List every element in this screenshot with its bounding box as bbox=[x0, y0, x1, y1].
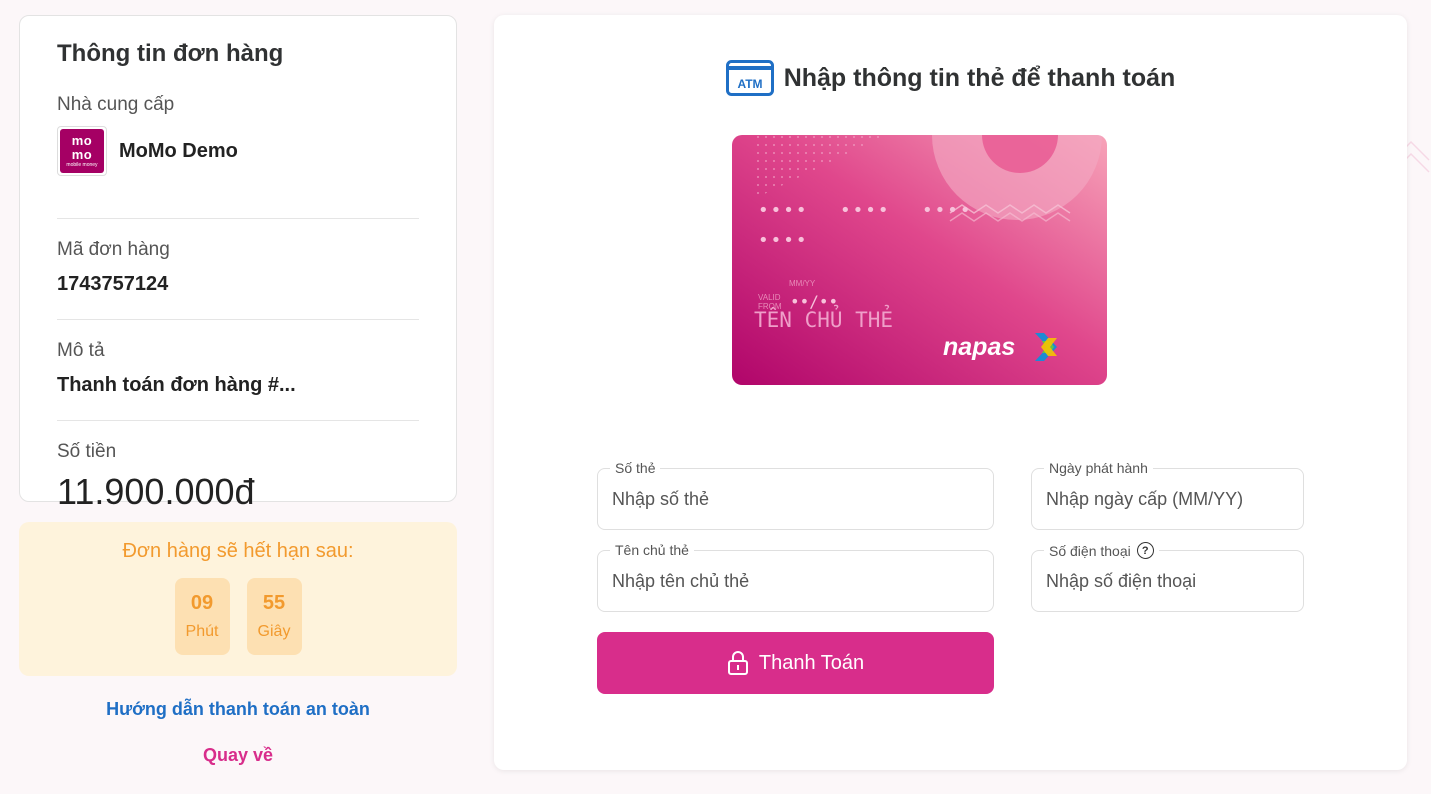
phone-field: Số điện thoại ? bbox=[1031, 542, 1304, 612]
phone-input[interactable] bbox=[1046, 551, 1293, 611]
issue-date-input[interactable] bbox=[1046, 469, 1293, 529]
card-preview: •••• •••• •••• •••• MM/YY VALID FROM ••/… bbox=[732, 135, 1107, 385]
payment-header: ATM Nhập thông tin thẻ để thanh toán bbox=[494, 60, 1407, 96]
momo-logo-text-top: mo bbox=[71, 133, 93, 148]
payment-panel: ATM Nhập thông tin thẻ để thanh toán •••… bbox=[494, 15, 1407, 770]
amount-label: Số tiền bbox=[57, 441, 117, 462]
description-label: Mô tả bbox=[57, 340, 105, 361]
card-number-group-1: •••• bbox=[758, 200, 808, 221]
atm-icon-text: ATM bbox=[737, 77, 762, 91]
momo-logo-mark: mo mo mobile money bbox=[60, 129, 104, 173]
momo-logo: mo mo mobile money bbox=[57, 126, 107, 176]
order-info-card: Thông tin đơn hàng Nhà cung cấp mo mo mo… bbox=[19, 15, 457, 512]
card-holder-placeholder: TÊN CHỦ THẺ bbox=[754, 304, 893, 332]
order-id-section: Mã đơn hàng 1743757124 bbox=[57, 219, 419, 320]
description-value: Thanh toán đơn hàng #... bbox=[57, 374, 296, 396]
description-section: Mô tả Thanh toán đơn hàng #... bbox=[57, 320, 419, 421]
card-holder-input[interactable] bbox=[612, 551, 983, 611]
card-preview-graphic: •••• •••• •••• •••• MM/YY VALID FROM ••/… bbox=[732, 135, 1107, 385]
issue-date-field: Ngày phát hành bbox=[1031, 460, 1304, 530]
card-number-group-2: •••• bbox=[840, 200, 890, 221]
back-link[interactable]: Quay về bbox=[19, 745, 457, 766]
seconds-label: Giây bbox=[257, 623, 291, 640]
atm-icon: ATM bbox=[725, 60, 774, 96]
payment-title: Nhập thông tin thẻ để thanh toán bbox=[783, 63, 1176, 92]
card-number-group-4: •••• bbox=[758, 230, 808, 251]
minutes-value: 09 bbox=[190, 592, 214, 614]
order-id-label: Mã đơn hàng bbox=[57, 239, 170, 260]
card-holder-field: Tên chủ thẻ bbox=[597, 542, 994, 612]
card-number-field: Số thẻ bbox=[597, 460, 994, 530]
pay-button-label: Thanh Toán bbox=[758, 651, 865, 674]
safe-payment-guide-link[interactable]: Hướng dẫn thanh toán an toàn bbox=[19, 699, 457, 720]
pay-button[interactable]: Thanh Toán bbox=[597, 632, 994, 694]
momo-logo-subtext: mobile money bbox=[66, 162, 98, 168]
lock-icon bbox=[727, 651, 748, 675]
provider-name: MoMo Demo bbox=[119, 139, 238, 162]
order-id-value: 1743757124 bbox=[57, 273, 169, 295]
seconds-value: 55 bbox=[262, 592, 286, 614]
provider-section: Nhà cung cấp mo mo mobile money MoMo Dem… bbox=[57, 70, 419, 219]
momo-logo-text-bottom: mo bbox=[71, 147, 93, 162]
provider-row: mo mo mobile money MoMo Demo bbox=[57, 126, 419, 176]
order-info-title: Thông tin đơn hàng bbox=[57, 40, 284, 67]
expire-text: Đơn hàng sẽ hết hạn sau: bbox=[122, 540, 354, 562]
provider-label: Nhà cung cấp bbox=[57, 94, 175, 115]
amount-value: 11.900.000đ bbox=[57, 471, 255, 512]
card-mmyy-label: MM/YY bbox=[789, 279, 816, 288]
minutes-box: 09 Phút bbox=[174, 578, 230, 655]
card-valid-label: VALID bbox=[758, 293, 781, 302]
countdown-timer: 09 Phút 55 Giây bbox=[19, 578, 457, 655]
card-number-group-3: •••• bbox=[922, 200, 972, 221]
minutes-label: Phút bbox=[185, 623, 219, 640]
seconds-box: 55 Giây bbox=[246, 578, 302, 655]
napas-brand-text: napas bbox=[943, 333, 1015, 361]
amount-section: Số tiền 11.900.000đ bbox=[57, 421, 419, 513]
card-number-input[interactable] bbox=[612, 469, 983, 529]
expire-countdown-box: Đơn hàng sẽ hết hạn sau: 09 Phút 55 Giây bbox=[19, 522, 457, 676]
